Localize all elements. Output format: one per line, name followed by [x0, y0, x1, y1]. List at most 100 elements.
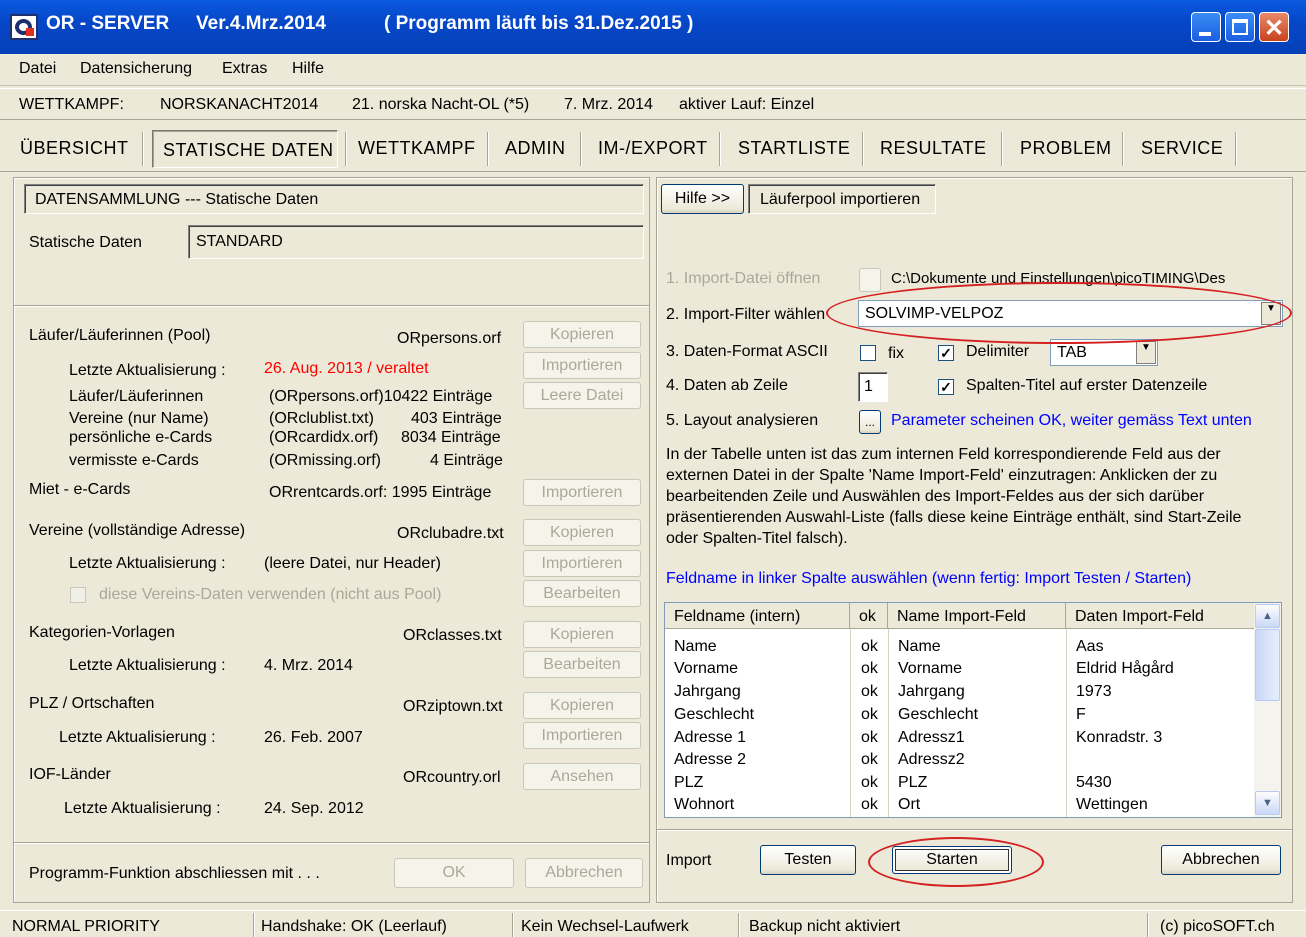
- step5-label: 5. Layout analysieren: [666, 412, 819, 429]
- minimize-icon: [1199, 32, 1211, 36]
- tab-resultate[interactable]: RESULTATE: [880, 138, 987, 159]
- close-button[interactable]: ✕: [1259, 12, 1289, 42]
- pool-import-button[interactable]: Importieren: [523, 352, 641, 379]
- club-use-checkbox[interactable]: [70, 587, 86, 603]
- plz-copy-button[interactable]: Kopieren: [523, 692, 641, 719]
- iof-view-button[interactable]: Ansehen: [523, 763, 641, 790]
- row-ok: ok: [861, 774, 878, 791]
- or-server-icon[interactable]: [10, 14, 38, 40]
- missing-label: vermisste e-Cards: [69, 452, 199, 469]
- table-row[interactable]: Adresse 1 ok Adressz1 Konradstr. 3: [665, 729, 1255, 751]
- scroll-up-button[interactable]: ▲: [1255, 604, 1280, 628]
- step1-open-button[interactable]: [859, 268, 881, 292]
- club-import-button[interactable]: Importieren: [523, 550, 641, 577]
- col-titles-checkbox[interactable]: ✓: [938, 379, 954, 395]
- table-row[interactable]: Jahrgang ok Jahrgang 1973: [665, 683, 1255, 705]
- chevron-down-icon[interactable]: ▼: [1136, 341, 1156, 364]
- row-internal: Wohnort: [674, 796, 735, 813]
- plz-import-button[interactable]: Importieren: [523, 722, 641, 749]
- row-import-name: Ort: [898, 796, 921, 813]
- delimiter-label: Delimiter: [966, 343, 1030, 360]
- menu-datei[interactable]: Datei: [19, 60, 56, 78]
- tab-problem[interactable]: PROBLEM: [1020, 138, 1112, 159]
- table-row[interactable]: Wohnort ok Ort Wettingen: [665, 796, 1255, 817]
- table-hint: Feldname in linker Spalte auswählen (wen…: [666, 570, 1192, 587]
- table-row[interactable]: Name ok Name Aas: [665, 638, 1255, 660]
- pool-title: Läufer/Läuferinnen (Pool): [29, 327, 211, 344]
- club-edit-button[interactable]: Bearbeiten: [523, 580, 641, 607]
- col-header-import-name[interactable]: Name Import-Feld: [888, 603, 1066, 629]
- pool-update-value: 26. Aug. 2013 / veraltet: [264, 360, 429, 377]
- club-copy-button[interactable]: Kopieren: [523, 519, 641, 546]
- cat-update-label: Letzte Aktualisierung :: [69, 657, 226, 674]
- close-icon: ✕: [1264, 15, 1285, 42]
- menu-extras[interactable]: Extras: [222, 60, 267, 78]
- tab-im-export[interactable]: IM-/EXPORT: [598, 138, 708, 159]
- tab-admin[interactable]: ADMIN: [505, 138, 566, 159]
- delimiter-checkbox[interactable]: ✓: [938, 345, 954, 361]
- table-row[interactable]: Adresse 2 ok Adressz2: [665, 751, 1255, 773]
- competition-name: 21. norska Nacht-OL (*5): [352, 96, 530, 113]
- clubs-label: Vereine (nur Name): [69, 410, 209, 427]
- scroll-down-button[interactable]: ▼: [1255, 791, 1280, 815]
- competition-code: NORSKANACHT2014: [160, 96, 319, 113]
- row-import-name: Jahrgang: [898, 683, 965, 700]
- rent-import-button[interactable]: Importieren: [523, 479, 641, 506]
- table-row[interactable]: PLZ ok PLZ 5430: [665, 774, 1255, 796]
- pool-empty-button[interactable]: Leere Datei: [523, 382, 641, 409]
- start-row-value: 1: [864, 378, 873, 395]
- menu-datensicherung[interactable]: Datensicherung: [80, 60, 192, 78]
- analyze-button[interactable]: ...: [859, 410, 881, 434]
- menu-bar: Datei Datensicherung Extras Hilfe: [0, 54, 1306, 86]
- table-scrollbar[interactable]: ▲ ▼: [1254, 603, 1281, 817]
- club-update-label: Letzte Aktualisierung :: [69, 555, 226, 572]
- left-cancel-button[interactable]: Abbrechen: [525, 858, 643, 888]
- tab-uebersicht[interactable]: ÜBERSICHT: [20, 138, 129, 159]
- filter-highlight-oval: [826, 282, 1292, 344]
- cat-edit-button[interactable]: Bearbeiten: [523, 651, 641, 678]
- minimize-button[interactable]: [1191, 12, 1221, 42]
- fix-checkbox[interactable]: [860, 345, 876, 361]
- cat-copy-button[interactable]: Kopieren: [523, 621, 641, 648]
- status-copyright: (c) picoSOFT.ch: [1160, 918, 1275, 935]
- instruction-line-2: externen Datei in der Spalte 'Name Impor…: [666, 467, 1218, 484]
- field-mapping-table[interactable]: Feldname (intern) ok Name Import-Feld Da…: [664, 602, 1282, 818]
- start-row-input[interactable]: [858, 372, 888, 402]
- tab-service[interactable]: SERVICE: [1141, 138, 1223, 159]
- pool-file: ORpersons.orf: [397, 330, 502, 347]
- menu-hilfe[interactable]: Hilfe: [292, 60, 324, 78]
- tab-startliste[interactable]: STARTLISTE: [738, 138, 850, 159]
- row-import-name: Adressz2: [898, 751, 965, 768]
- row-ok: ok: [861, 729, 878, 746]
- app-title: OR - SERVER: [46, 13, 170, 34]
- static-data-value: STANDARD: [196, 233, 283, 250]
- col-header-internal[interactable]: Feldname (intern): [665, 603, 850, 629]
- status-backup: Backup nicht aktiviert: [749, 918, 901, 935]
- active-run: aktiver Lauf: Einzel: [679, 96, 815, 113]
- club-title: Vereine (vollständige Adresse): [29, 522, 246, 539]
- title-bar[interactable]: OR - SERVER Ver.4.Mrz.2014 ( Programm lä…: [0, 0, 1306, 54]
- right-cancel-button[interactable]: Abbrechen: [1161, 845, 1281, 875]
- pool-copy-button[interactable]: Kopieren: [523, 321, 641, 348]
- help-button[interactable]: Hilfe >>: [661, 184, 744, 214]
- row-import-name: Name: [898, 638, 941, 655]
- iof-update-label: Letzte Aktualisierung :: [64, 800, 221, 817]
- test-button[interactable]: Testen: [760, 845, 856, 875]
- maximize-button[interactable]: [1225, 12, 1255, 42]
- plz-title: PLZ / Ortschaften: [29, 695, 155, 712]
- club-update-value: (leere Datei, nur Header): [264, 555, 441, 572]
- instruction-line-4: präsentierenden Auswahl-Liste (falls die…: [666, 509, 1242, 526]
- col-header-import-data[interactable]: Daten Import-Feld: [1066, 603, 1256, 629]
- table-row[interactable]: Geschlecht ok Geschlecht F: [665, 706, 1255, 728]
- row-internal: Adresse 1: [674, 729, 747, 746]
- import-label: Import: [666, 852, 712, 869]
- left-ok-button[interactable]: OK: [394, 858, 514, 888]
- cat-update-value: 4. Mrz. 2014: [264, 657, 353, 674]
- row-ok: ok: [861, 683, 878, 700]
- competition-label: WETTKAMPF:: [19, 96, 124, 113]
- col-titles-label: Spalten-Titel auf erster Datenzeile: [966, 377, 1208, 394]
- tab-wettkampf[interactable]: WETTKAMPF: [358, 138, 476, 159]
- scroll-thumb[interactable]: [1255, 629, 1280, 701]
- table-row[interactable]: Vorname ok Vorname Eldrid Hågård: [665, 660, 1255, 682]
- col-header-ok[interactable]: ok: [850, 603, 888, 629]
